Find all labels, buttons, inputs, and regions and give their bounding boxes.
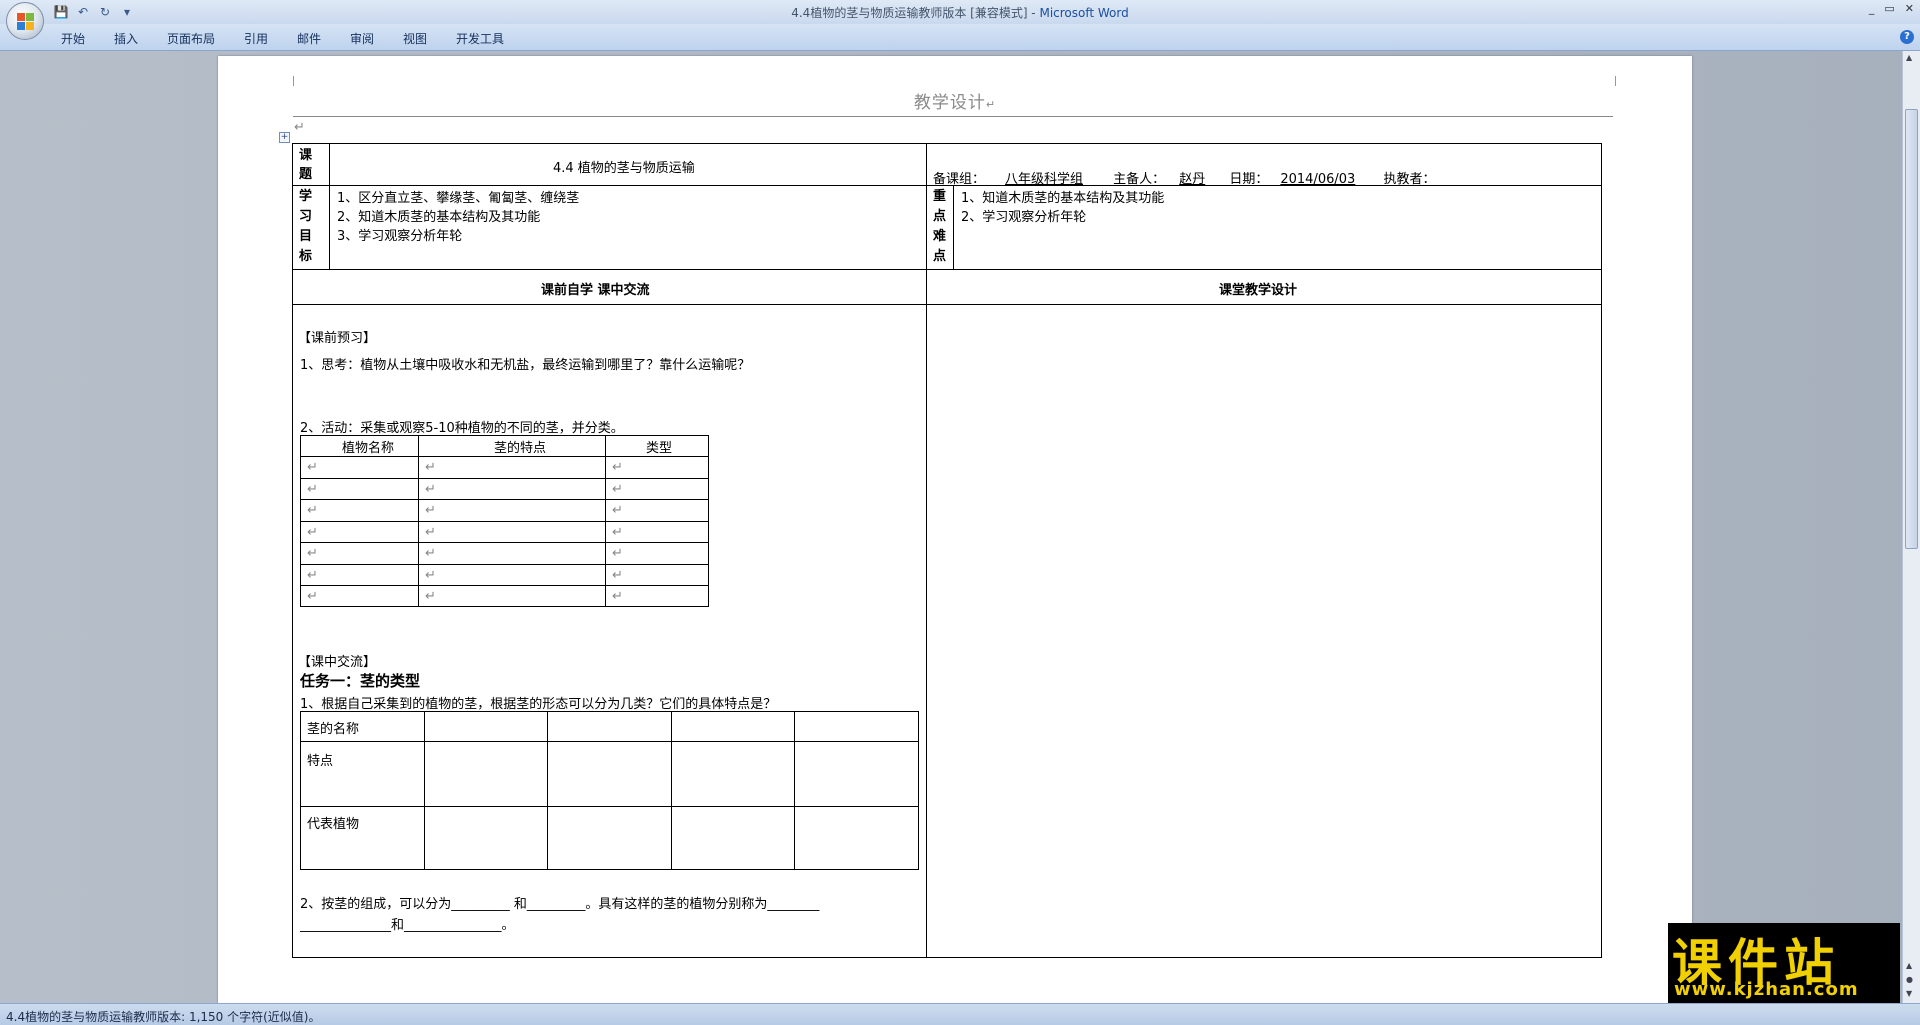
table1-cell-mark: ↵ xyxy=(425,481,436,497)
tab-developer[interactable]: 开发工具 xyxy=(456,30,504,47)
question-1: 1、思考：植物从土壤中吸收水和无机盐，最终运输到哪里了？靠什么运输呢？ xyxy=(300,358,751,373)
minimize-button[interactable]: _ xyxy=(1869,2,1875,15)
table2-col-line xyxy=(671,711,672,870)
table1-row-line xyxy=(300,456,709,457)
goal-3: 3、学习观察分析年轮 xyxy=(337,229,463,244)
tab-view[interactable]: 视图 xyxy=(403,30,427,47)
tab-page-layout[interactable]: 页面布局 xyxy=(167,30,215,47)
crop-mark xyxy=(293,76,294,86)
table1-cell-mark: ↵ xyxy=(612,481,623,497)
table1-cell-mark: ↵ xyxy=(425,460,436,475)
close-button[interactable]: ✕ xyxy=(1905,2,1914,15)
stem-type-table[interactable] xyxy=(300,711,919,870)
browse-object-icon[interactable]: ● xyxy=(1906,975,1913,984)
table1-row-line xyxy=(300,542,709,543)
table1-cell-mark: ↵ xyxy=(612,503,623,518)
table2-row-feature: 特点 xyxy=(307,754,334,769)
table1-cell-mark: ↵ xyxy=(307,546,318,561)
table1-row-line xyxy=(300,499,709,500)
table2-row-name: 茎的名称 xyxy=(307,722,360,737)
tab-insert[interactable]: 插入 xyxy=(114,30,138,47)
table2-col-line xyxy=(547,711,548,870)
table1-cell-mark: ↵ xyxy=(307,460,318,475)
table2-col-line xyxy=(794,711,795,870)
office-logo-icon xyxy=(17,13,35,31)
help-icon[interactable]: ? xyxy=(1900,30,1914,44)
tab-mailings[interactable]: 邮件 xyxy=(297,30,321,47)
exchange-title: 【课中交流】 xyxy=(298,655,377,670)
scroll-up-icon[interactable]: ▲ xyxy=(1906,53,1912,62)
table1-header-name: 植物名称 xyxy=(342,441,395,456)
right-body-cell[interactable] xyxy=(926,304,1602,958)
table1-cell-mark: ↵ xyxy=(307,503,318,518)
vertical-scrollbar[interactable]: ▲ ▲ ● ▼ xyxy=(1902,51,1920,1003)
table1-cell-mark: ↵ xyxy=(425,524,436,540)
tab-review[interactable]: 审阅 xyxy=(350,30,374,47)
title-bar: 💾 ↶ ↻ ▾ 4.4植物的茎与物质运输教师版本 [兼容模式] - Micros… xyxy=(0,0,1920,24)
table1-cell-mark: ↵ xyxy=(612,546,623,561)
table1-cell-mark: ↵ xyxy=(307,481,318,497)
key-2: 2、学习观察分析年轮 xyxy=(961,210,1087,225)
table1-row-line xyxy=(300,520,709,522)
table1-cell-mark: ↵ xyxy=(307,524,318,540)
key-1: 1、知道木质茎的基本结构及其功能 xyxy=(961,191,1165,206)
table1-header-feature: 茎的特点 xyxy=(494,441,547,456)
status-text: 4.4植物的茎与物质运输教师版本: 1,150 个字符(近似值)。 xyxy=(6,1010,321,1024)
topic-text: 4.4 植物的茎与物质运输 xyxy=(553,161,695,176)
table1-cell-mark: ↵ xyxy=(425,546,436,561)
left-header: 课前自学 课中交流 xyxy=(541,283,650,298)
question-2: 2、活动：采集或观察5-10种植物的不同的茎，并分类。 xyxy=(300,421,624,436)
task1-title: 任务一：茎的类型 xyxy=(300,672,421,690)
watermark-logo: 课件站 www.kjzhan.com xyxy=(1668,923,1900,1003)
header-line xyxy=(293,116,1613,117)
restore-button[interactable]: ▭ xyxy=(1884,2,1894,15)
header-title: 教学设计↵ xyxy=(913,93,997,113)
table1-cell-mark: ↵ xyxy=(612,589,623,604)
goal-2: 2、知道木质茎的基本结构及其功能 xyxy=(337,210,541,225)
table1-header-type: 类型 xyxy=(646,441,673,456)
preview-title: 【课前预习】 xyxy=(298,331,377,346)
question-3-line2: ______________和_______________。 xyxy=(300,918,515,933)
table2-row-plant: 代表植物 xyxy=(307,817,360,832)
document-title: 4.4植物的茎与物质运输教师版本 [兼容模式] - xyxy=(791,6,1040,20)
table2-col-line xyxy=(424,711,425,870)
table1-cell-mark: ↵ xyxy=(425,589,436,604)
office-button[interactable] xyxy=(6,2,44,40)
right-header: 课堂教学设计 xyxy=(1219,283,1298,298)
goals-label: 学习目标 xyxy=(299,189,313,264)
goal-1: 1、区分直立茎、攀缘茎、匍匐茎、缠绕茎 xyxy=(337,191,580,206)
scrollbar-thumb[interactable] xyxy=(1905,109,1918,549)
table1-cell-mark: ↵ xyxy=(612,460,623,475)
table2-row-line xyxy=(300,741,919,742)
tab-references[interactable]: 引用 xyxy=(244,30,268,47)
topic-label: 课题 xyxy=(299,148,313,182)
window-controls: _ ▭ ✕ xyxy=(1869,2,1914,15)
table1-cell-mark: ↵ xyxy=(612,567,623,583)
status-bar: 4.4植物的茎与物质运输教师版本: 1,150 个字符(近似值)。 xyxy=(0,1003,1920,1025)
table1-cell-mark: ↵ xyxy=(612,524,623,540)
task1-question: 1、根据自己采集到的植物的茎，根据茎的形态可以分为几类？它们的具体特点是？ xyxy=(300,697,777,712)
table1-cell-mark: ↵ xyxy=(425,567,436,583)
watermark-url: www.kjzhan.com xyxy=(1674,979,1859,1000)
question-3-line1: 2、按茎的组成，可以分为_________ 和_________。具有这样的茎的… xyxy=(300,897,820,912)
ribbon-tabs: 开始 插入 页面布局 引用 邮件 审阅 视图 开发工具 ? xyxy=(0,24,1920,51)
app-name: Microsoft Word xyxy=(1039,6,1129,20)
key-label: 重点难点 xyxy=(933,189,947,264)
table1-cell-mark: ↵ xyxy=(307,567,318,583)
prev-page-icon[interactable]: ▲ xyxy=(1906,961,1912,970)
table1-row-line xyxy=(300,563,709,565)
table1-cell-mark: ↵ xyxy=(425,503,436,518)
table1-cell-mark: ↵ xyxy=(307,589,318,604)
table-move-handle-icon[interactable]: + xyxy=(279,132,290,143)
crop-mark xyxy=(1615,76,1616,86)
table1-row-line xyxy=(300,477,709,479)
window-title: 4.4植物的茎与物质运输教师版本 [兼容模式] - Microsoft Word xyxy=(0,4,1920,21)
paragraph-mark: ↵ xyxy=(294,120,305,135)
tab-home[interactable]: 开始 xyxy=(61,30,85,47)
table2-row-line xyxy=(300,806,919,807)
table1-row-line xyxy=(300,585,709,586)
next-page-icon[interactable]: ▼ xyxy=(1906,989,1912,998)
